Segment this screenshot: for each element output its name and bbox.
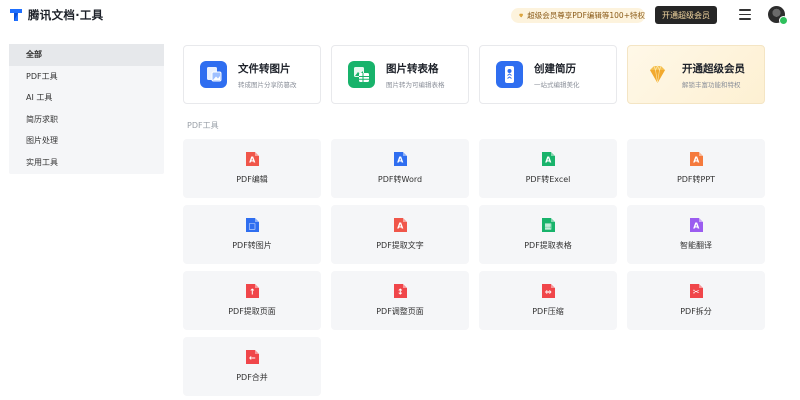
pdf-extract-table-icon: ▦ <box>542 218 555 232</box>
resume-icon <box>496 61 523 88</box>
svg-text:□: □ <box>248 222 256 231</box>
pdf-adjust-page-icon: ↕ <box>394 284 407 298</box>
tool-label: PDF拆分 <box>680 307 712 316</box>
sidebar-item-utilities[interactable]: 实用工具 <box>9 152 164 174</box>
tool-label: PDF压缩 <box>532 307 564 316</box>
tool-card[interactable]: A 智能翻译 <box>627 205 765 264</box>
image-to-sheet-icon <box>348 61 375 88</box>
tool-card[interactable]: ↑ PDF提取页面 <box>183 271 321 330</box>
tool-card[interactable]: □ PDF转图片 <box>183 205 321 264</box>
tool-label: PDF转Word <box>377 175 423 184</box>
pdf-extract-page-icon: ↑ <box>246 284 259 298</box>
svg-text:▦: ▦ <box>544 222 552 231</box>
feature-title: 开通超级会员 <box>682 62 745 75</box>
app-title: 腾讯文档·工具 <box>28 8 104 22</box>
tool-label: PDF编辑 <box>236 175 268 184</box>
svg-text:A: A <box>397 222 404 231</box>
tool-card[interactable]: ✂ PDF拆分 <box>627 271 765 330</box>
tool-label: PDF提取页面 <box>228 307 276 316</box>
tencent-docs-logo-icon <box>9 8 23 22</box>
tool-card[interactable]: A PDF编辑 <box>183 139 321 198</box>
feature-subtitle: 图片转为可编辑表格 <box>386 80 445 89</box>
tool-card[interactable]: ← PDF合并 <box>183 337 321 396</box>
feature-subtitle: 一站式编辑美化 <box>534 80 580 89</box>
diamond-icon <box>519 13 524 18</box>
svg-text:A: A <box>693 222 700 231</box>
feature-title: 图片转表格 <box>386 62 439 75</box>
open-vip-button[interactable]: 开通超级会员 <box>655 6 717 24</box>
pdf-to-image-icon: □ <box>246 218 259 232</box>
sidebar-item-all[interactable]: 全部 <box>9 44 164 66</box>
svg-text:A: A <box>249 156 256 165</box>
file-to-image-icon <box>200 61 227 88</box>
svg-text:↑: ↑ <box>249 288 256 297</box>
svg-text:A: A <box>545 156 552 165</box>
pdf-split-icon: ✂ <box>690 284 703 298</box>
top-bar: 腾讯文档·工具 超级会员尊享PDF编辑等100+特权 开通超级会员 <box>0 0 800 30</box>
feature-card-vip[interactable]: 开通超级会员 解锁丰富功能和特权 <box>627 45 765 104</box>
promo-text: 超级会员尊享PDF编辑等100+特权 <box>527 11 645 20</box>
tool-label: PDF转Excel <box>525 175 571 184</box>
svg-text:←: ← <box>249 354 256 363</box>
tool-label: PDF调整页面 <box>376 307 424 316</box>
tool-card[interactable]: A PDF提取文字 <box>331 205 469 264</box>
pdf-compress-icon: ⇔ <box>542 284 555 298</box>
tool-card[interactable]: A PDF转PPT <box>627 139 765 198</box>
menu-icon[interactable] <box>739 9 751 20</box>
feature-title: 创建简历 <box>534 62 576 75</box>
tool-label: PDF转PPT <box>676 175 716 184</box>
tool-card[interactable]: ▦ PDF提取表格 <box>479 205 617 264</box>
pdf-merge-icon: ← <box>246 350 259 364</box>
svg-text:A: A <box>397 156 404 165</box>
svg-text:✂: ✂ <box>693 288 700 297</box>
svg-text:A: A <box>693 156 700 165</box>
pdf-to-word-icon: A <box>394 152 407 166</box>
sidebar-item-image-processing[interactable]: 图片处理 <box>9 130 164 152</box>
tool-card[interactable]: ⇔ PDF压缩 <box>479 271 617 330</box>
vip-promo-banner[interactable]: 超级会员尊享PDF编辑等100+特权 <box>511 8 645 23</box>
category-sidebar: 全部 PDF工具 AI 工具 简历求职 图片处理 实用工具 <box>9 44 164 174</box>
pdf-to-ppt-icon: A <box>690 152 703 166</box>
svg-text:↕: ↕ <box>397 288 404 297</box>
tool-label: PDF合并 <box>236 373 268 382</box>
svg-text:⇔: ⇔ <box>545 288 552 297</box>
diamond-icon <box>644 61 671 88</box>
tool-label: 智能翻译 <box>680 241 712 250</box>
tool-card[interactable]: A PDF转Word <box>331 139 469 198</box>
pdf-extract-text-icon: A <box>394 218 407 232</box>
pdf-edit-icon: A <box>246 152 259 166</box>
feature-card-file-to-image[interactable]: 文件转图片 转成图片分享防篡改 <box>183 45 321 104</box>
sidebar-item-pdf-tools[interactable]: PDF工具 <box>9 66 164 88</box>
tool-card[interactable]: ↕ PDF调整页面 <box>331 271 469 330</box>
app-logo[interactable]: 腾讯文档·工具 <box>9 7 103 23</box>
tool-label: PDF提取表格 <box>524 241 572 250</box>
section-title-pdf-tools: PDF工具 <box>187 121 219 130</box>
feature-subtitle: 解锁丰富功能和特权 <box>682 80 741 89</box>
feature-title: 文件转图片 <box>238 62 291 75</box>
tool-label: PDF提取文字 <box>376 241 424 250</box>
pdf-to-excel-icon: A <box>542 152 555 166</box>
sidebar-item-ai-tools[interactable]: AI 工具 <box>9 87 164 109</box>
feature-card-image-to-sheet[interactable]: 图片转表格 图片转为可编辑表格 <box>331 45 469 104</box>
tool-label: PDF转图片 <box>232 241 272 250</box>
online-status-icon <box>779 16 788 25</box>
translate-icon: A <box>690 218 703 232</box>
sidebar-item-resume[interactable]: 简历求职 <box>9 109 164 131</box>
feature-subtitle: 转成图片分享防篡改 <box>238 80 297 89</box>
feature-card-create-resume[interactable]: 创建简历 一站式编辑美化 <box>479 45 617 104</box>
tool-card[interactable]: A PDF转Excel <box>479 139 617 198</box>
